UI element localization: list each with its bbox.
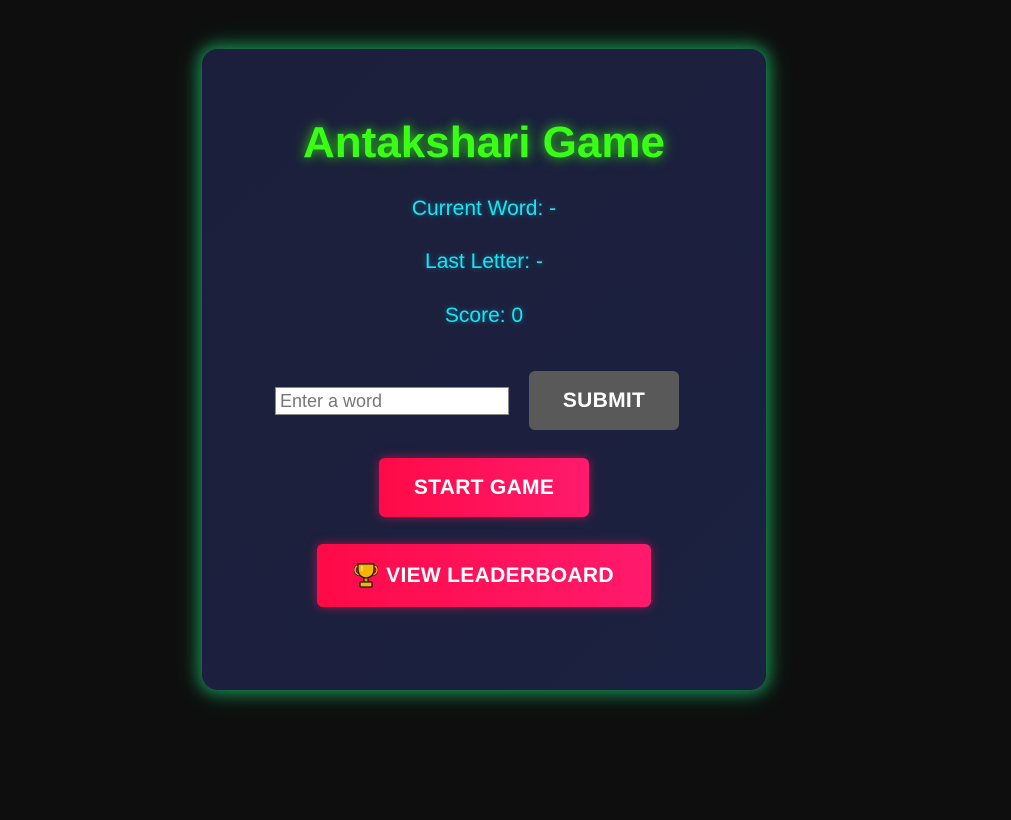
start-game-button-label: START GAME: [413, 475, 555, 499]
word-input[interactable]: [275, 387, 509, 415]
submit-button[interactable]: SUBMIT: [529, 371, 679, 430]
last-letter-text: Last Letter: -: [425, 250, 543, 273]
submit-button-label: SUBMIT: [562, 388, 646, 412]
current-word-text: Current Word: -: [411, 197, 557, 220]
page-title: Antakshari Game: [303, 118, 665, 167]
score-text: Score: 0: [444, 304, 524, 327]
start-game-button[interactable]: START GAME: [379, 458, 589, 517]
game-card: Antakshari Game Current Word: - Last Let…: [202, 49, 766, 690]
view-leaderboard-button-label: VIEW LEADERBOARD: [386, 563, 614, 587]
view-leaderboard-button[interactable]: VIEW LEADERBOARD: [317, 544, 651, 607]
trophy-icon: [353, 562, 379, 589]
